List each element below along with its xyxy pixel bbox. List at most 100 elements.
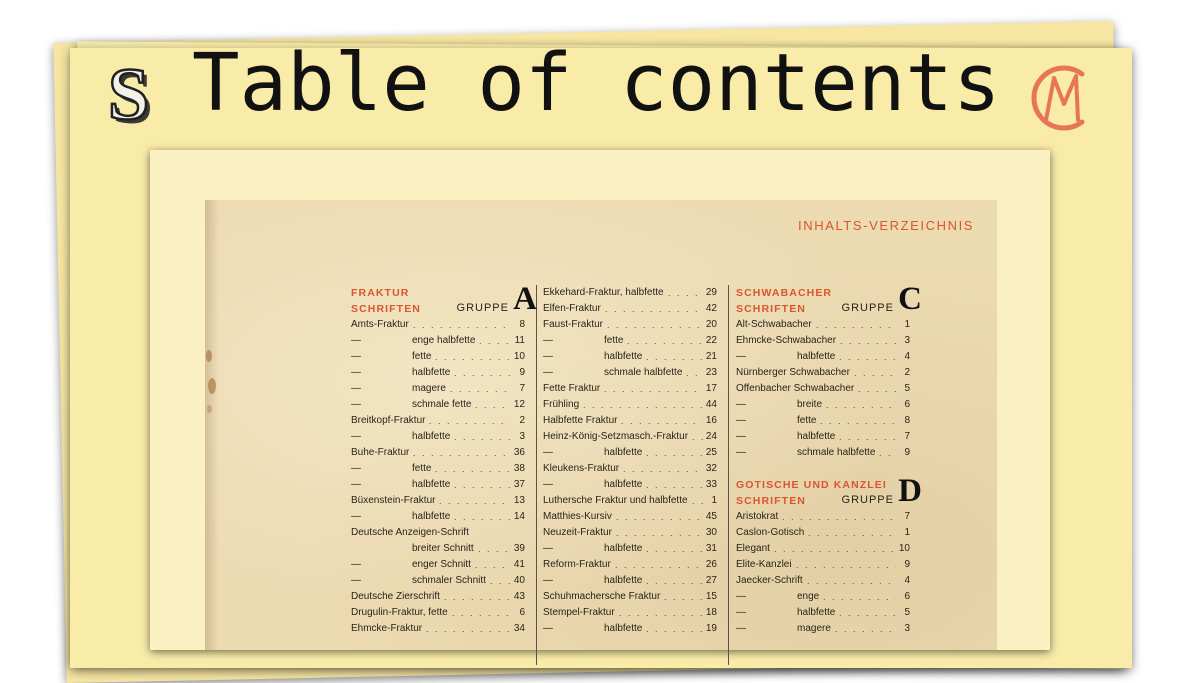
page-number: 10 bbox=[513, 351, 525, 362]
dot-leader: . . . . . . . . . . . . . . . . . . . . … bbox=[604, 384, 703, 394]
toc-entry: Ekkehard-Fraktur, halbfette . . . . . . .… bbox=[543, 285, 725, 301]
ditto-dash: — bbox=[351, 463, 361, 474]
toc-entry: — halbfette. . . . . . . . . . . . . . . … bbox=[351, 509, 533, 525]
toc-entry: — halbfette. . . . . . . . . . . . . . . … bbox=[543, 541, 725, 557]
page-number: 2 bbox=[904, 367, 910, 378]
dot-leader: . . . . . . . . . . . . . . . . . . . . … bbox=[444, 592, 511, 602]
entry-name: halbfette bbox=[797, 351, 836, 362]
dot-leader: . . . . . . . . . . . . . . . . . . . . … bbox=[475, 400, 511, 410]
dot-leader: . . . . . . . . . . . . . . . . . . . . … bbox=[435, 464, 511, 474]
page-number: 38 bbox=[513, 463, 525, 474]
dot-leader: . . . . . . . . . . . . . . . . . . . . … bbox=[796, 560, 896, 570]
toc-entry: — schmale halbfette. . . . . . . . . . . … bbox=[736, 445, 918, 461]
entry-name: fette bbox=[604, 335, 624, 346]
page-number: 8 bbox=[519, 319, 525, 330]
dot-leader: . . . . . . . . . . . . . . . . . . . . … bbox=[839, 352, 896, 362]
dot-leader: . . . . . . . . . . . . . . . . . . . . … bbox=[583, 400, 703, 410]
toc-entry: — halbfette. . . . . . . . . . . . . . . … bbox=[543, 445, 725, 461]
dot-leader: . . . . . . . . . . . . . . . . . . . . … bbox=[807, 576, 896, 586]
entry-name: halbfette bbox=[604, 623, 643, 634]
dot-leader: . . . . . . . . . . . . . . . . . . . . … bbox=[623, 464, 703, 474]
dot-leader: . . . . . . . . . . . . . . . . . . . . … bbox=[839, 432, 896, 442]
page-number: 37 bbox=[513, 479, 525, 490]
entry-name: Breitkopf-Fraktur bbox=[351, 415, 426, 426]
page-number: 2 bbox=[519, 415, 525, 426]
toc-entry: — halbfette. . . . . . . . . . . . . . . … bbox=[543, 477, 725, 493]
toc-entry: — fette. . . . . . . . . . . . . . . . . … bbox=[543, 333, 725, 349]
page-number: 6 bbox=[904, 591, 910, 602]
page-number: 40 bbox=[513, 575, 525, 586]
entry-name: Luthersche Fraktur und halbfette bbox=[543, 495, 688, 506]
dot-leader: . . . . . . . . . . . . . . . . . . . . … bbox=[646, 480, 703, 490]
entry-name: halbfette bbox=[604, 575, 643, 586]
page-number: 13 bbox=[513, 495, 525, 506]
group-label: GRUPPE bbox=[841, 302, 894, 314]
dot-leader: . . . . . . . . . . . . . . . . . . . . … bbox=[692, 432, 703, 442]
toc-entry: Fette Fraktur. . . . . . . . . . . . . .… bbox=[543, 381, 725, 397]
toc-entry: breiter Schnitt . . . . . . . . . . . . .… bbox=[351, 541, 533, 557]
toc-entry: Ehmcke-Schwabacher. . . . . . . . . . . … bbox=[736, 333, 918, 349]
toc-entry: Kleukens-Fraktur. . . . . . . . . . . . … bbox=[543, 461, 725, 477]
toc-entry: Jaecker-Schrift . . . . . . . . . . . . .… bbox=[736, 573, 918, 589]
toc-entry: Matthies-Kursiv . . . . . . . . . . . . .… bbox=[543, 509, 725, 525]
toc-entry: — halbfette. . . . . . . . . . . . . . . … bbox=[736, 605, 918, 621]
ditto-dash: — bbox=[736, 591, 746, 602]
toc-column-3: SCHWABACHER SCHRIFTEN GRUPPE C Alt-Schwabach… bbox=[736, 283, 922, 637]
entry-name: halbfette bbox=[604, 351, 643, 362]
toc-entry: — schmale halbfette. . . . . . . . . . . … bbox=[543, 365, 725, 381]
section-heading: SCHWABACHER SCHRIFTEN GRUPPE C bbox=[736, 283, 922, 317]
dot-leader: . . . . . . . . . . . . . . . . . . . . … bbox=[816, 320, 896, 330]
ditto-dash: — bbox=[351, 351, 361, 362]
page-number: 42 bbox=[705, 303, 717, 314]
toc-entry: Elegant . . . . . . . . . . . . . . . . .… bbox=[736, 541, 918, 557]
toc-entry: Deutsche Zierschrift . . . . . . . . . . … bbox=[351, 589, 533, 605]
page-number: 5 bbox=[904, 607, 910, 618]
toc-entry: Faust-Fraktur. . . . . . . . . . . . . .… bbox=[543, 317, 725, 333]
ditto-dash: — bbox=[351, 335, 361, 346]
dot-leader: . . . . . . . . . . . . . . . . . . . . … bbox=[413, 448, 511, 458]
dot-leader: . . . . . . . . . . . . . . . . . . . . … bbox=[435, 352, 511, 362]
toc-entry: Breitkopf-Fraktur. . . . . . . . . . . .… bbox=[351, 413, 533, 429]
page-number: 44 bbox=[705, 399, 717, 410]
ditto-dash: — bbox=[351, 383, 361, 394]
page-number: 3 bbox=[904, 335, 910, 346]
dot-leader: . . . . . . . . . . . . . . . . . . . . … bbox=[475, 560, 511, 570]
entry-name: halbfette bbox=[797, 607, 836, 618]
dot-leader: . . . . . . . . . . . . . . . . . . . . … bbox=[605, 304, 703, 314]
page-number: 18 bbox=[705, 607, 717, 618]
entry-name: Elite-Kanzlei bbox=[736, 559, 792, 570]
dot-leader: . . . . . . . . . . . . . . . . . . . . … bbox=[646, 624, 703, 634]
dot-leader: . . . . . . . . . . . . . . . . . . . . … bbox=[429, 416, 511, 426]
entry-name: Drugulin-Fraktur, fette bbox=[351, 607, 448, 618]
ditto-dash: — bbox=[543, 479, 553, 490]
entry-name: Elfen-Fraktur bbox=[543, 303, 601, 314]
cm-monogram-logo bbox=[1031, 65, 1085, 131]
entry-name: Halbfette Fraktur bbox=[543, 415, 618, 426]
dot-leader: . . . . . . . . . . . . . . . . . . . . … bbox=[616, 528, 703, 538]
entry-name: Kleukens-Fraktur bbox=[543, 463, 620, 474]
entry-name: Caslon-Gotisch bbox=[736, 527, 805, 538]
page-number: 4 bbox=[904, 575, 910, 586]
page-number: 11 bbox=[514, 335, 525, 346]
dot-leader: . . . . . . . . . . . . . . . . . . . . … bbox=[858, 384, 896, 394]
page-number: 45 bbox=[705, 511, 717, 522]
page-number: 14 bbox=[513, 511, 525, 522]
dot-leader: . . . . . . . . . . . . . . . . . . . . … bbox=[607, 320, 703, 330]
toc-entry: Büxenstein-Fraktur. . . . . . . . . . . … bbox=[351, 493, 533, 509]
group-label: GRUPPE bbox=[841, 494, 894, 506]
toc-entry: Stempel-Fraktur . . . . . . . . . . . . .… bbox=[543, 605, 725, 621]
dot-leader: . . . . . . . . . . . . . . . . . . . . … bbox=[619, 608, 703, 618]
entry-name: Matthies-Kursiv bbox=[543, 511, 612, 522]
page-number: 17 bbox=[705, 383, 717, 394]
group-label: GRUPPE bbox=[456, 302, 509, 314]
entry-name: enge bbox=[797, 591, 820, 602]
entry-name: Deutsche Anzeigen-Schrift bbox=[351, 527, 469, 538]
entry-name: Büxenstein-Fraktur bbox=[351, 495, 436, 506]
page-number: 39 bbox=[513, 543, 525, 554]
ditto-dash: — bbox=[543, 623, 553, 634]
toc-entry: Elfen-Fraktur . . . . . . . . . . . . . .… bbox=[543, 301, 725, 317]
page-number: 7 bbox=[904, 431, 910, 442]
ditto-dash: — bbox=[736, 351, 746, 362]
page-number: 5 bbox=[904, 383, 910, 394]
